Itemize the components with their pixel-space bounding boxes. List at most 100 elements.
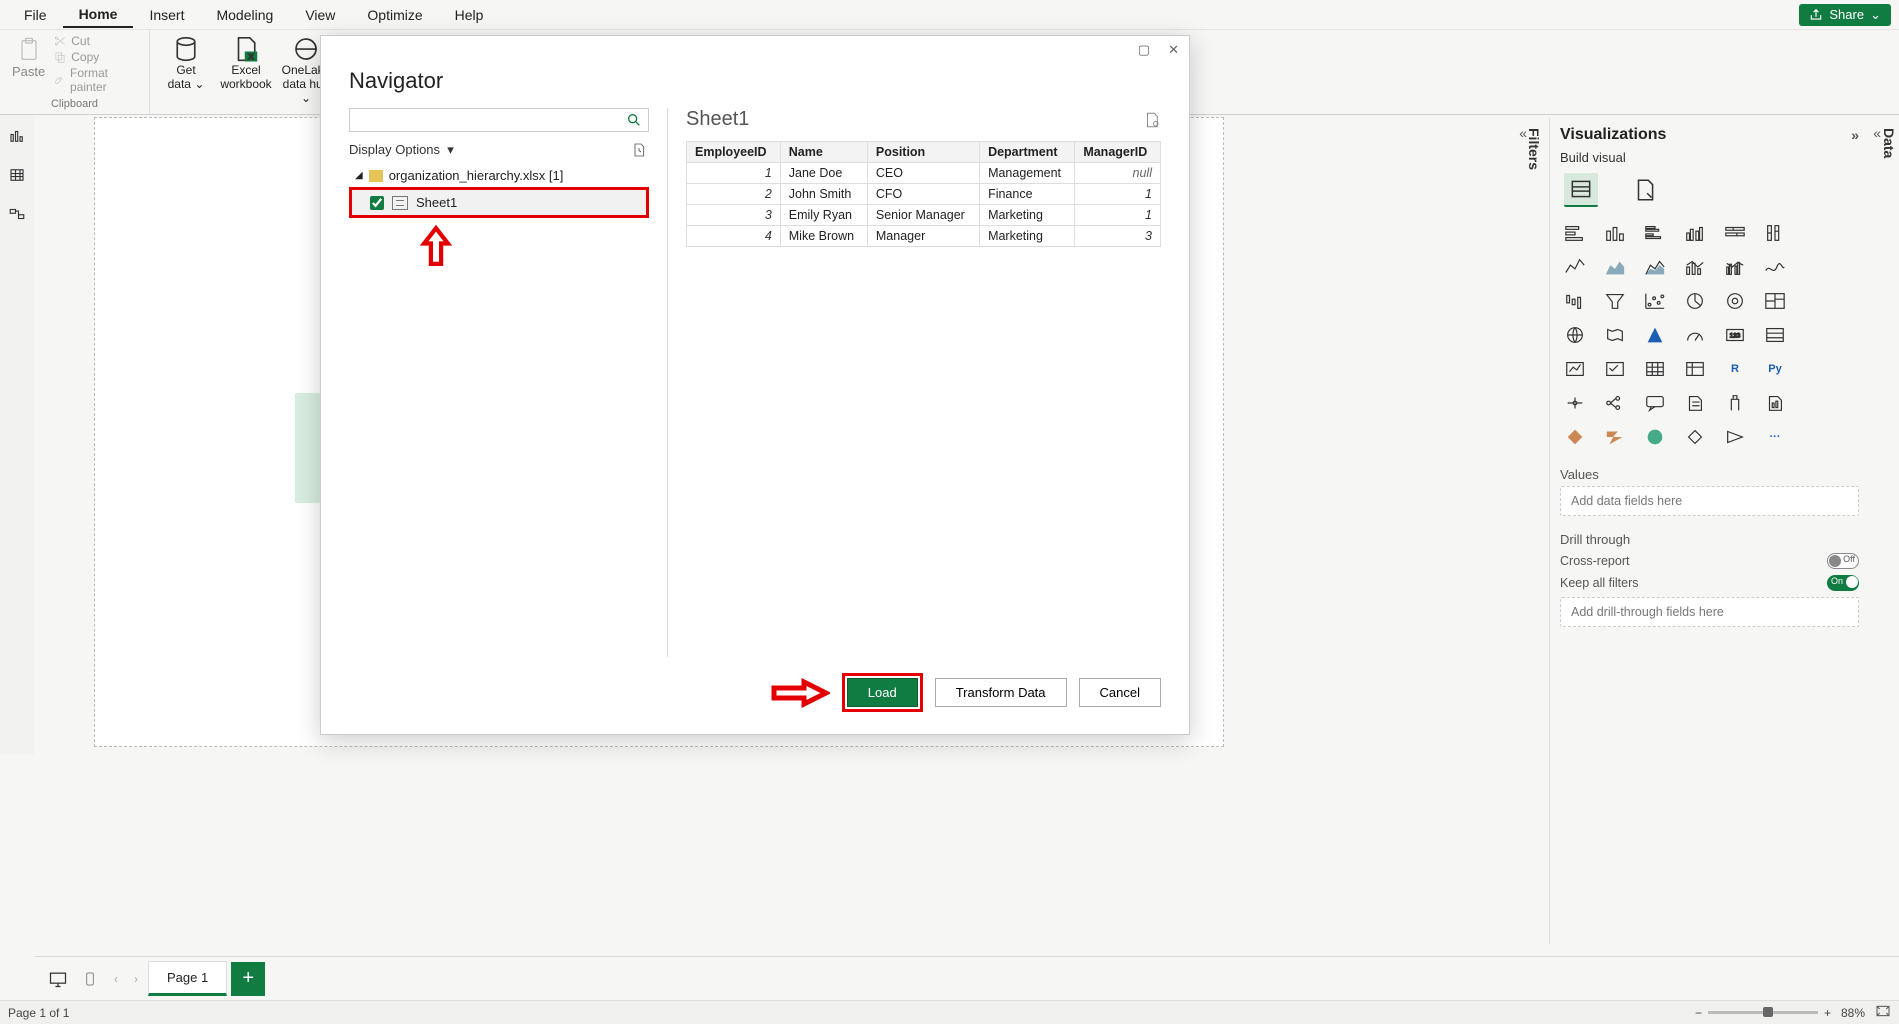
viz-get-more[interactable] [1722,425,1748,449]
cross-report-toggle[interactable]: Off [1827,553,1859,569]
collapse-visualizations-icon[interactable]: » [1851,127,1859,143]
share-button[interactable]: Share ⌄ [1799,4,1891,26]
viz-waterfall[interactable] [1562,289,1588,313]
viz-azure-map[interactable] [1642,323,1668,347]
values-field-well[interactable]: Add data fields here [1560,486,1859,516]
viz-map[interactable] [1562,323,1588,347]
viz-more[interactable]: ··· [1762,425,1788,449]
viz-line-stacked-column[interactable] [1682,255,1708,279]
viz-clustered-column[interactable] [1682,221,1708,245]
paste-label: Paste [12,64,45,79]
viz-key-influencers[interactable] [1562,391,1588,415]
visualization-gallery: 123 R Py ··· [1560,217,1859,453]
zoom-out-button[interactable]: − [1695,1006,1702,1020]
add-page-button[interactable]: + [231,962,265,996]
viz-multi-row-card[interactable] [1762,323,1788,347]
viz-filled-map[interactable] [1602,323,1628,347]
viz-stacked-area[interactable] [1642,255,1668,279]
zoom-in-button[interactable]: + [1824,1006,1831,1020]
navigator-file-node[interactable]: ◢ organization_hierarchy.xlsx [1] [349,166,649,187]
menu-view[interactable]: View [289,3,351,27]
transform-data-button[interactable]: Transform Data [935,678,1067,707]
drill-through-field-well[interactable]: Add drill-through fields here [1560,597,1859,627]
viz-clustered-bar[interactable] [1642,221,1668,245]
viz-arcgis[interactable] [1642,425,1668,449]
page-prev-icon[interactable]: ‹ [108,972,124,986]
refresh-icon[interactable] [631,142,647,158]
report-view-icon[interactable] [8,127,26,148]
caret-down-icon: ◢ [355,170,363,181]
cancel-button[interactable]: Cancel [1079,678,1161,707]
viz-line-clustered-column[interactable] [1722,255,1748,279]
viz-gauge[interactable] [1682,323,1708,347]
zoom-slider[interactable] [1708,1011,1818,1014]
viz-100-stacked-column[interactable] [1762,221,1788,245]
preview-options-icon[interactable] [1143,111,1161,129]
sheet-checkbox[interactable] [370,196,384,210]
viz-stacked-column[interactable] [1602,221,1628,245]
display-options-dropdown[interactable]: Display Options ▾ [349,142,454,158]
dialog-close-icon[interactable]: ✕ [1168,42,1179,58]
zoom-level: 88% [1841,1006,1865,1020]
viz-area[interactable] [1602,255,1628,279]
viz-donut[interactable] [1722,289,1748,313]
table-view-icon[interactable] [8,166,26,187]
viz-paginated[interactable] [1762,391,1788,415]
menu-modeling[interactable]: Modeling [200,3,289,27]
col-employeeid: EmployeeID [687,142,781,163]
paste-button[interactable]: Paste [8,34,49,94]
cut-button[interactable]: Cut [53,34,141,48]
viz-matrix[interactable] [1682,357,1708,381]
keep-filters-toggle[interactable]: On [1827,575,1859,591]
menu-home[interactable]: Home [63,2,134,28]
viz-power-automate[interactable] [1602,425,1628,449]
viz-py[interactable]: Py [1762,357,1788,381]
page-tab-1[interactable]: Page 1 [148,961,227,996]
preview-table: EmployeeID Name Position Department Mana… [686,141,1161,247]
table-row: 1 Jane Doe CEO Management null [687,163,1161,184]
viz-power-apps[interactable] [1562,425,1588,449]
viz-card[interactable]: 123 [1722,323,1748,347]
menu-optimize[interactable]: Optimize [351,3,438,27]
viz-funnel[interactable] [1602,289,1628,313]
viz-pie[interactable] [1682,289,1708,313]
menu-insert[interactable]: Insert [133,3,200,27]
navigator-search[interactable] [349,108,649,132]
desktop-layout-icon[interactable] [44,965,72,993]
viz-qa[interactable] [1642,391,1668,415]
format-visual-mode[interactable] [1628,173,1662,207]
filters-pane-tab[interactable]: Filters [1524,120,1544,178]
load-button[interactable]: Load [847,678,918,707]
viz-scatter[interactable] [1642,289,1668,313]
dialog-maximize-icon[interactable]: ▢ [1138,42,1150,58]
viz-slicer[interactable] [1602,357,1628,381]
col-managerid: ManagerID [1075,142,1161,163]
viz-treemap[interactable] [1762,289,1788,313]
viz-decomposition[interactable] [1602,391,1628,415]
viz-stacked-bar[interactable] [1562,221,1588,245]
mobile-layout-icon[interactable] [76,965,104,993]
viz-sparkline[interactable] [1682,425,1708,449]
menu-file[interactable]: File [8,3,63,27]
build-visual-mode[interactable] [1564,173,1598,207]
model-view-icon[interactable] [8,205,26,226]
viz-100-stacked-bar[interactable] [1722,221,1748,245]
viz-r[interactable]: R [1722,357,1748,381]
data-pane-tab[interactable]: Data [1879,120,1899,166]
viz-goals[interactable] [1722,391,1748,415]
viz-ribbon[interactable] [1762,255,1788,279]
viz-narrative[interactable] [1682,391,1708,415]
navigator-search-input[interactable] [356,113,626,128]
copy-button[interactable]: Copy [53,50,141,64]
navigator-sheet-node[interactable]: Sheet1 [349,187,649,218]
viz-line[interactable] [1562,255,1588,279]
viz-table[interactable] [1642,357,1668,381]
fit-to-page-icon[interactable] [1875,1004,1891,1021]
page-next-icon[interactable]: › [128,972,144,986]
viz-kpi[interactable] [1562,357,1588,381]
get-data-button[interactable]: Get data ⌄ [158,34,214,110]
format-painter-button[interactable]: Format painter [53,66,141,94]
table-row: 3 Emily Ryan Senior Manager Marketing 1 [687,205,1161,226]
menu-help[interactable]: Help [439,3,500,27]
excel-workbook-button[interactable]: X Excel workbook [218,34,274,110]
